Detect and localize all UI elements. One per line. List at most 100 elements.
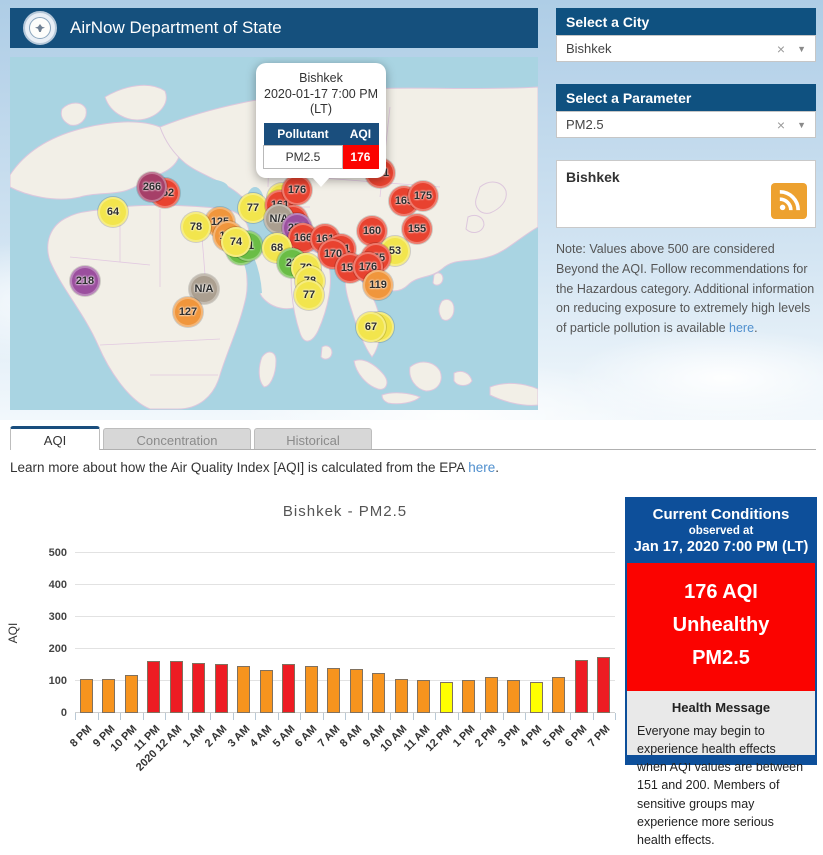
y-tick-label: 300 [48, 611, 67, 623]
y-tick-label: 0 [60, 707, 67, 719]
chart-bar[interactable] [462, 680, 476, 713]
parameter-select[interactable]: PM2.5 × ▼ [556, 111, 816, 138]
chart-bar[interactable] [282, 664, 296, 713]
x-tick [480, 713, 481, 720]
x-tick [322, 713, 324, 720]
tabs-row: AQI Concentration Historical [10, 426, 816, 450]
popup-city: Bishkek [299, 71, 343, 85]
map-marker[interactable]: 78 [181, 212, 211, 242]
y-tick-label: 200 [48, 643, 67, 655]
chart-bar[interactable] [169, 661, 183, 713]
clear-icon[interactable]: × [777, 41, 785, 57]
current-aqi-value: 176 AQI [684, 581, 758, 603]
rss-feed-icon[interactable] [771, 183, 807, 219]
map-marker[interactable]: 266 [137, 172, 167, 202]
x-tick [255, 713, 256, 720]
chart-bar[interactable] [214, 664, 228, 713]
map-marker[interactable]: 155 [402, 214, 432, 244]
select-parameter-header: Select a Parameter [556, 84, 816, 111]
aqi-bar-chart: Bishkek - PM2.5 AQI 0 100 200 300 400 500 8 P… [0, 490, 620, 774]
tab-aqi[interactable]: AQI [10, 426, 100, 450]
sky-background: AirNow Department of State 266 64 78 74 … [0, 0, 823, 420]
map-marker[interactable]: 176 [282, 175, 312, 205]
x-tick [367, 713, 369, 720]
map-marker[interactable]: 67 [356, 312, 386, 342]
current-conditions-title: Current Conditions [652, 506, 790, 523]
note-text: Note: Values above 500 are considered Be… [556, 242, 815, 335]
city-feed-box: Bishkek [556, 160, 816, 228]
x-tick [142, 713, 144, 720]
chart-bar[interactable] [79, 679, 93, 713]
chevron-down-icon[interactable]: ▼ [797, 44, 806, 54]
map-marker[interactable]: 175 [408, 181, 438, 211]
chart-bar[interactable] [327, 667, 341, 713]
current-aqi-category: Unhealthy [672, 614, 770, 636]
chart-bar[interactable] [552, 676, 566, 713]
popup-table: Pollutant AQI PM2.5 176 [263, 122, 380, 169]
chart-bar[interactable] [124, 675, 138, 713]
x-tick [210, 713, 211, 720]
city-select[interactable]: Bishkek × ▼ [556, 35, 816, 62]
x-tick [592, 713, 594, 720]
map-popup: Bishkek 2020-01-17 7:00 PM (LT) Pollutan… [256, 63, 386, 187]
chart-bar[interactable] [102, 679, 116, 713]
current-conditions-panel: Current Conditions observed at Jan 17, 2… [625, 497, 817, 847]
chart-bar[interactable] [439, 682, 453, 713]
x-tick [165, 713, 166, 720]
x-tick [570, 713, 571, 720]
panel-footer-bar [627, 755, 815, 763]
observed-at-label: observed at [688, 525, 754, 537]
clear-icon[interactable]: × [777, 117, 785, 133]
map-marker[interactable]: 74 [221, 227, 251, 257]
learn-more-text: Learn more about how the Air Quality Ind… [10, 460, 499, 475]
x-tick [75, 713, 76, 720]
chart-bar[interactable] [394, 679, 408, 713]
y-tick-label: 500 [48, 547, 67, 559]
department-of-state-seal-icon [23, 11, 57, 45]
sidebar: Select a City Bishkek × ▼ Select a Param… [556, 8, 816, 339]
current-aqi-block: 176 AQI Unhealthy PM2.5 [627, 563, 815, 691]
learn-more-body: Learn more about how the Air Quality Ind… [10, 460, 469, 475]
map-marker[interactable]: 218 [70, 266, 100, 296]
select-city-header: Select a City [556, 8, 816, 35]
chart-bar[interactable] [237, 665, 251, 713]
x-tick [502, 713, 504, 720]
tab-concentration[interactable]: Concentration [103, 428, 251, 449]
x-tick [120, 713, 121, 720]
map-marker[interactable]: 119 [363, 270, 393, 300]
chart-bar[interactable] [147, 660, 161, 713]
chart-bar[interactable] [372, 672, 386, 713]
y-axis-label: AQI [6, 622, 20, 644]
chart-bar[interactable] [304, 665, 318, 713]
chart-bar[interactable] [259, 669, 273, 713]
current-conditions-header: Current Conditions observed at Jan 17, 2… [627, 499, 815, 563]
x-tick [547, 713, 549, 720]
y-tick-label: 400 [48, 579, 67, 591]
observed-at-datetime: Jan 17, 2020 7:00 PM (LT) [633, 539, 809, 555]
chart-bar[interactable] [507, 679, 521, 713]
page-title: AirNow Department of State [70, 18, 282, 37]
health-message: Health Message Everyone may begin to exp… [627, 691, 815, 855]
tab-historical[interactable]: Historical [254, 428, 372, 449]
note-here-link[interactable]: here [729, 321, 754, 335]
chart-bar[interactable] [484, 677, 498, 713]
chart-bar[interactable] [192, 663, 206, 713]
map-marker[interactable]: 127 [173, 297, 203, 327]
popup-datetime: 2020-01-17 7:00 PM (LT) [264, 86, 378, 117]
chart-bar[interactable] [597, 656, 611, 713]
chevron-down-icon[interactable]: ▼ [797, 120, 806, 130]
chart-bar[interactable] [529, 681, 543, 713]
learn-more-here-link[interactable]: here [468, 460, 495, 475]
popup-aqi-header: AQI [342, 122, 379, 146]
map-marker[interactable]: 64 [98, 197, 128, 227]
x-tick [390, 713, 391, 720]
chart-bar[interactable] [349, 669, 363, 713]
world-map[interactable]: 1522666412578111314174218N/A127779316117… [10, 57, 538, 410]
map-marker[interactable]: 77 [294, 280, 324, 310]
chart-bar[interactable] [574, 659, 588, 713]
learn-more-suffix: . [495, 460, 500, 475]
parameter-select-value: PM2.5 [566, 117, 604, 132]
x-tick [345, 713, 346, 720]
chart-bar[interactable] [417, 680, 431, 713]
y-tick-label: 100 [48, 675, 67, 687]
